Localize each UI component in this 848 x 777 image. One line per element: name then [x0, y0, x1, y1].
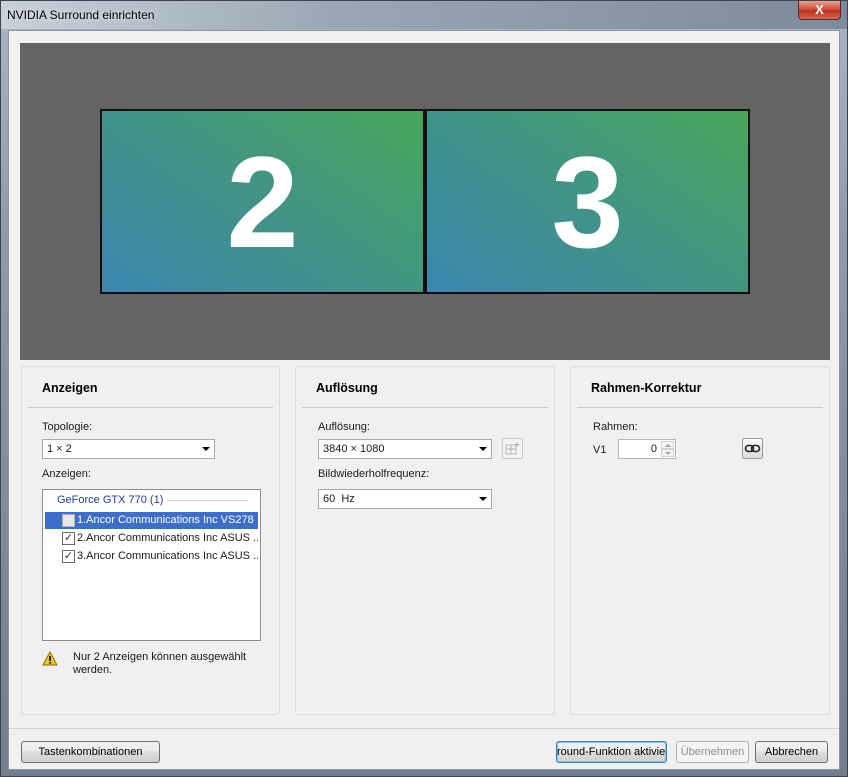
panel-title: Rahmen-Korrektur	[591, 381, 702, 395]
divider	[9, 728, 839, 729]
stepper-up-icon[interactable]	[661, 441, 674, 449]
hotkeys-button[interactable]: Tastenkombinationen	[21, 741, 160, 763]
link-bezel-button[interactable]	[742, 438, 763, 459]
gpu-group-header: GeForce GTX 770 (1)	[57, 494, 164, 506]
refresh-rate-select[interactable]: 60 Hz	[318, 489, 492, 509]
resolution-panel: Auflösung Auflösung: 3840 × 1080 Bildwie…	[295, 366, 555, 715]
monitor-tile-3[interactable]: 3	[425, 109, 750, 294]
monitor-number: 3	[551, 128, 624, 275]
monitor-number: 2	[226, 128, 299, 275]
v1-value: 0	[650, 443, 657, 455]
resolution-label: Auflösung:	[318, 421, 370, 433]
custom-resolution-button[interactable]	[502, 438, 523, 459]
list-item[interactable]: ✓ 2.Ancor Communications Inc ASUS ...	[45, 530, 258, 547]
chevron-down-icon	[479, 497, 487, 501]
checkbox[interactable]: ✓	[62, 550, 75, 563]
chain-link-icon	[744, 444, 761, 453]
resolution-add-icon	[505, 442, 520, 455]
refresh-rate-value: 60 Hz	[323, 493, 355, 505]
dialog-client-area: 2 3 Anzeigen Topologie: 1 × 2 Anzeigen: …	[8, 30, 840, 770]
topology-value: 1 × 2	[47, 443, 72, 455]
displays-list[interactable]: GeForce GTX 770 (1) 1.Ancor Communicatio…	[42, 489, 261, 641]
display-label: 2.Ancor Communications Inc ASUS ...	[77, 532, 258, 544]
divider	[577, 407, 823, 408]
close-button[interactable]: X	[798, 1, 841, 20]
displays-label: Anzeigen:	[42, 468, 91, 480]
warning-icon	[42, 651, 58, 666]
v1-label: V1	[593, 444, 607, 456]
divider	[28, 407, 273, 408]
resolution-select[interactable]: 3840 × 1080	[318, 439, 492, 459]
stepper-down-icon[interactable]	[661, 449, 674, 457]
list-item[interactable]: ✓ 3.Ancor Communications Inc ASUS ...	[45, 548, 258, 565]
window-title: NVIDIA Surround einrichten	[7, 8, 155, 22]
title-bar[interactable]: NVIDIA Surround einrichten X	[1, 1, 847, 29]
dialog-window: NVIDIA Surround einrichten X 2 3 Anzeige…	[0, 0, 848, 777]
chevron-down-icon	[479, 447, 487, 451]
displays-panel: Anzeigen Topologie: 1 × 2 Anzeigen: GeFo…	[21, 366, 280, 715]
enable-surround-button[interactable]: round-Funktion aktivier	[556, 741, 667, 763]
list-item[interactable]: 1.Ancor Communications Inc VS278	[45, 512, 258, 529]
refresh-rate-label: Bildwiederholfrequenz:	[318, 468, 430, 480]
display-label: 3.Ancor Communications Inc ASUS ...	[77, 550, 258, 562]
bezel-panel: Rahmen-Korrektur Rahmen: V1 0	[570, 366, 830, 715]
chevron-down-icon	[202, 447, 210, 451]
checkbox[interactable]	[62, 514, 75, 527]
resolution-value: 3840 × 1080	[323, 443, 385, 455]
topology-select[interactable]: 1 × 2	[42, 439, 215, 459]
cancel-button[interactable]: Abbrechen	[755, 741, 828, 763]
surround-preview: 2 3	[20, 43, 830, 360]
v1-stepper[interactable]: 0	[618, 439, 676, 459]
monitor-tile-2[interactable]: 2	[100, 109, 425, 294]
warning-message: Nur 2 Anzeigen können ausgewählt werden.	[73, 651, 247, 676]
divider	[302, 407, 548, 408]
bezel-label: Rahmen:	[593, 421, 638, 433]
checkbox[interactable]: ✓	[62, 532, 75, 545]
display-label: 1.Ancor Communications Inc VS278	[77, 514, 254, 526]
panel-title: Auflösung	[316, 381, 378, 395]
panel-title: Anzeigen	[42, 381, 98, 395]
apply-button[interactable]: Übernehmen	[676, 741, 749, 763]
divider	[167, 500, 248, 501]
topology-label: Topologie:	[42, 421, 93, 433]
